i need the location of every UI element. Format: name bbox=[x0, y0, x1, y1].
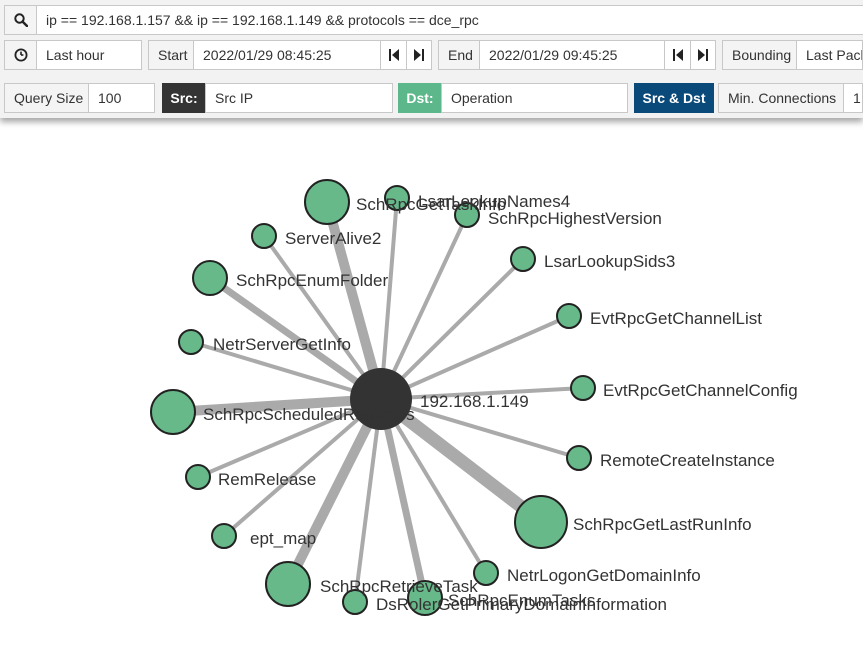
skip-start-icon bbox=[388, 49, 399, 61]
graph-node-label: RemRelease bbox=[218, 470, 316, 489]
graph-node-label: NetrLogonGetDomainInfo bbox=[507, 566, 701, 585]
graph-node-label: ept_map bbox=[250, 529, 316, 548]
toolbar: ip == 192.168.1.157 && ip == 192.168.1.1… bbox=[0, 0, 863, 118]
search-button[interactable] bbox=[4, 5, 37, 35]
graph-node[interactable] bbox=[556, 303, 582, 329]
graph-node-label: RemoteCreateInstance bbox=[600, 451, 775, 470]
graph-node[interactable] bbox=[265, 561, 311, 607]
time-range-select[interactable]: Last hour bbox=[36, 40, 142, 70]
end-prev-button[interactable] bbox=[664, 40, 691, 70]
bounding-label: Bounding bbox=[722, 40, 797, 70]
src-dst-button[interactable]: Src & Dst bbox=[634, 83, 714, 113]
graph-node-label: LsarLookupSids3 bbox=[544, 252, 675, 271]
end-next-button[interactable] bbox=[690, 40, 716, 70]
graph-node-label: EvtRpcGetChannelConfig bbox=[603, 381, 798, 400]
min-connections-label: Min. Connections bbox=[718, 83, 844, 113]
start-next-button[interactable] bbox=[406, 40, 432, 70]
graph-node[interactable] bbox=[211, 523, 237, 549]
nodes: 192.168.1.149SchRpcGetTaskInfoLsarLookup… bbox=[150, 179, 798, 616]
graph-node-label: SchRpcScheduledRuntimes bbox=[203, 405, 415, 424]
edge bbox=[283, 396, 386, 587]
graph-node-label: SchRpcHighestVersion bbox=[488, 209, 662, 228]
start-label: Start bbox=[148, 40, 194, 70]
time-row: Last hour Start 2022/01/29 08:45:25 End … bbox=[0, 40, 863, 72]
center-node-label: 192.168.1.149 bbox=[420, 392, 529, 411]
search-icon bbox=[13, 13, 28, 28]
end-time-input[interactable]: 2022/01/29 09:45:25 bbox=[479, 40, 665, 70]
graph-node-label: ServerAlive2 bbox=[285, 229, 381, 248]
search-row: ip == 192.168.1.157 && ip == 192.168.1.1… bbox=[0, 5, 863, 37]
graph-node-label: SchRpcGetLastRunInfo bbox=[573, 515, 752, 534]
skip-start-icon bbox=[672, 49, 683, 61]
start-prev-button[interactable] bbox=[380, 40, 407, 70]
connections-graph[interactable]: 192.168.1.149SchRpcGetTaskInfoLsarLookup… bbox=[0, 118, 863, 651]
time-range-icon-box bbox=[4, 40, 37, 70]
dst-field-select[interactable]: Operation bbox=[441, 83, 628, 113]
skip-end-icon bbox=[698, 49, 708, 61]
graph-node-label: NetrServerGetInfo bbox=[213, 335, 351, 354]
end-label: End bbox=[438, 40, 480, 70]
clock-icon bbox=[14, 48, 27, 62]
graph-node-label: EvtRpcGetChannelList bbox=[590, 309, 762, 328]
graph-node[interactable] bbox=[150, 389, 196, 435]
bounding-select[interactable]: Last Pack bbox=[796, 40, 863, 70]
graph-node-label: SchRpcEnumFolder bbox=[236, 271, 388, 290]
search-input[interactable]: ip == 192.168.1.157 && ip == 192.168.1.1… bbox=[36, 5, 863, 35]
query-size-label: Query Size bbox=[4, 83, 89, 113]
graph-node-label: DsRolerGetPrimaryDomainInformation bbox=[376, 595, 667, 614]
options-row: Query Size 100 Src: Src IP Dst: Operatio… bbox=[0, 83, 863, 115]
skip-end-icon bbox=[414, 49, 424, 61]
graph-node[interactable] bbox=[514, 495, 568, 549]
graph-node[interactable] bbox=[185, 464, 211, 490]
src-field-select[interactable]: Src IP bbox=[205, 83, 393, 113]
graph-node[interactable] bbox=[304, 179, 350, 225]
graph-node[interactable] bbox=[192, 260, 228, 296]
graph-node[interactable] bbox=[251, 223, 277, 249]
start-time-input[interactable]: 2022/01/29 08:45:25 bbox=[193, 40, 381, 70]
graph-node[interactable] bbox=[566, 445, 592, 471]
min-connections-select[interactable]: 1 bbox=[843, 83, 863, 113]
dst-label: Dst: bbox=[398, 83, 442, 113]
graph-node[interactable] bbox=[570, 375, 596, 401]
graph-node[interactable] bbox=[510, 246, 536, 272]
graph-node[interactable] bbox=[178, 329, 204, 355]
src-label: Src: bbox=[162, 83, 206, 113]
query-size-select[interactable]: 100 bbox=[88, 83, 155, 113]
